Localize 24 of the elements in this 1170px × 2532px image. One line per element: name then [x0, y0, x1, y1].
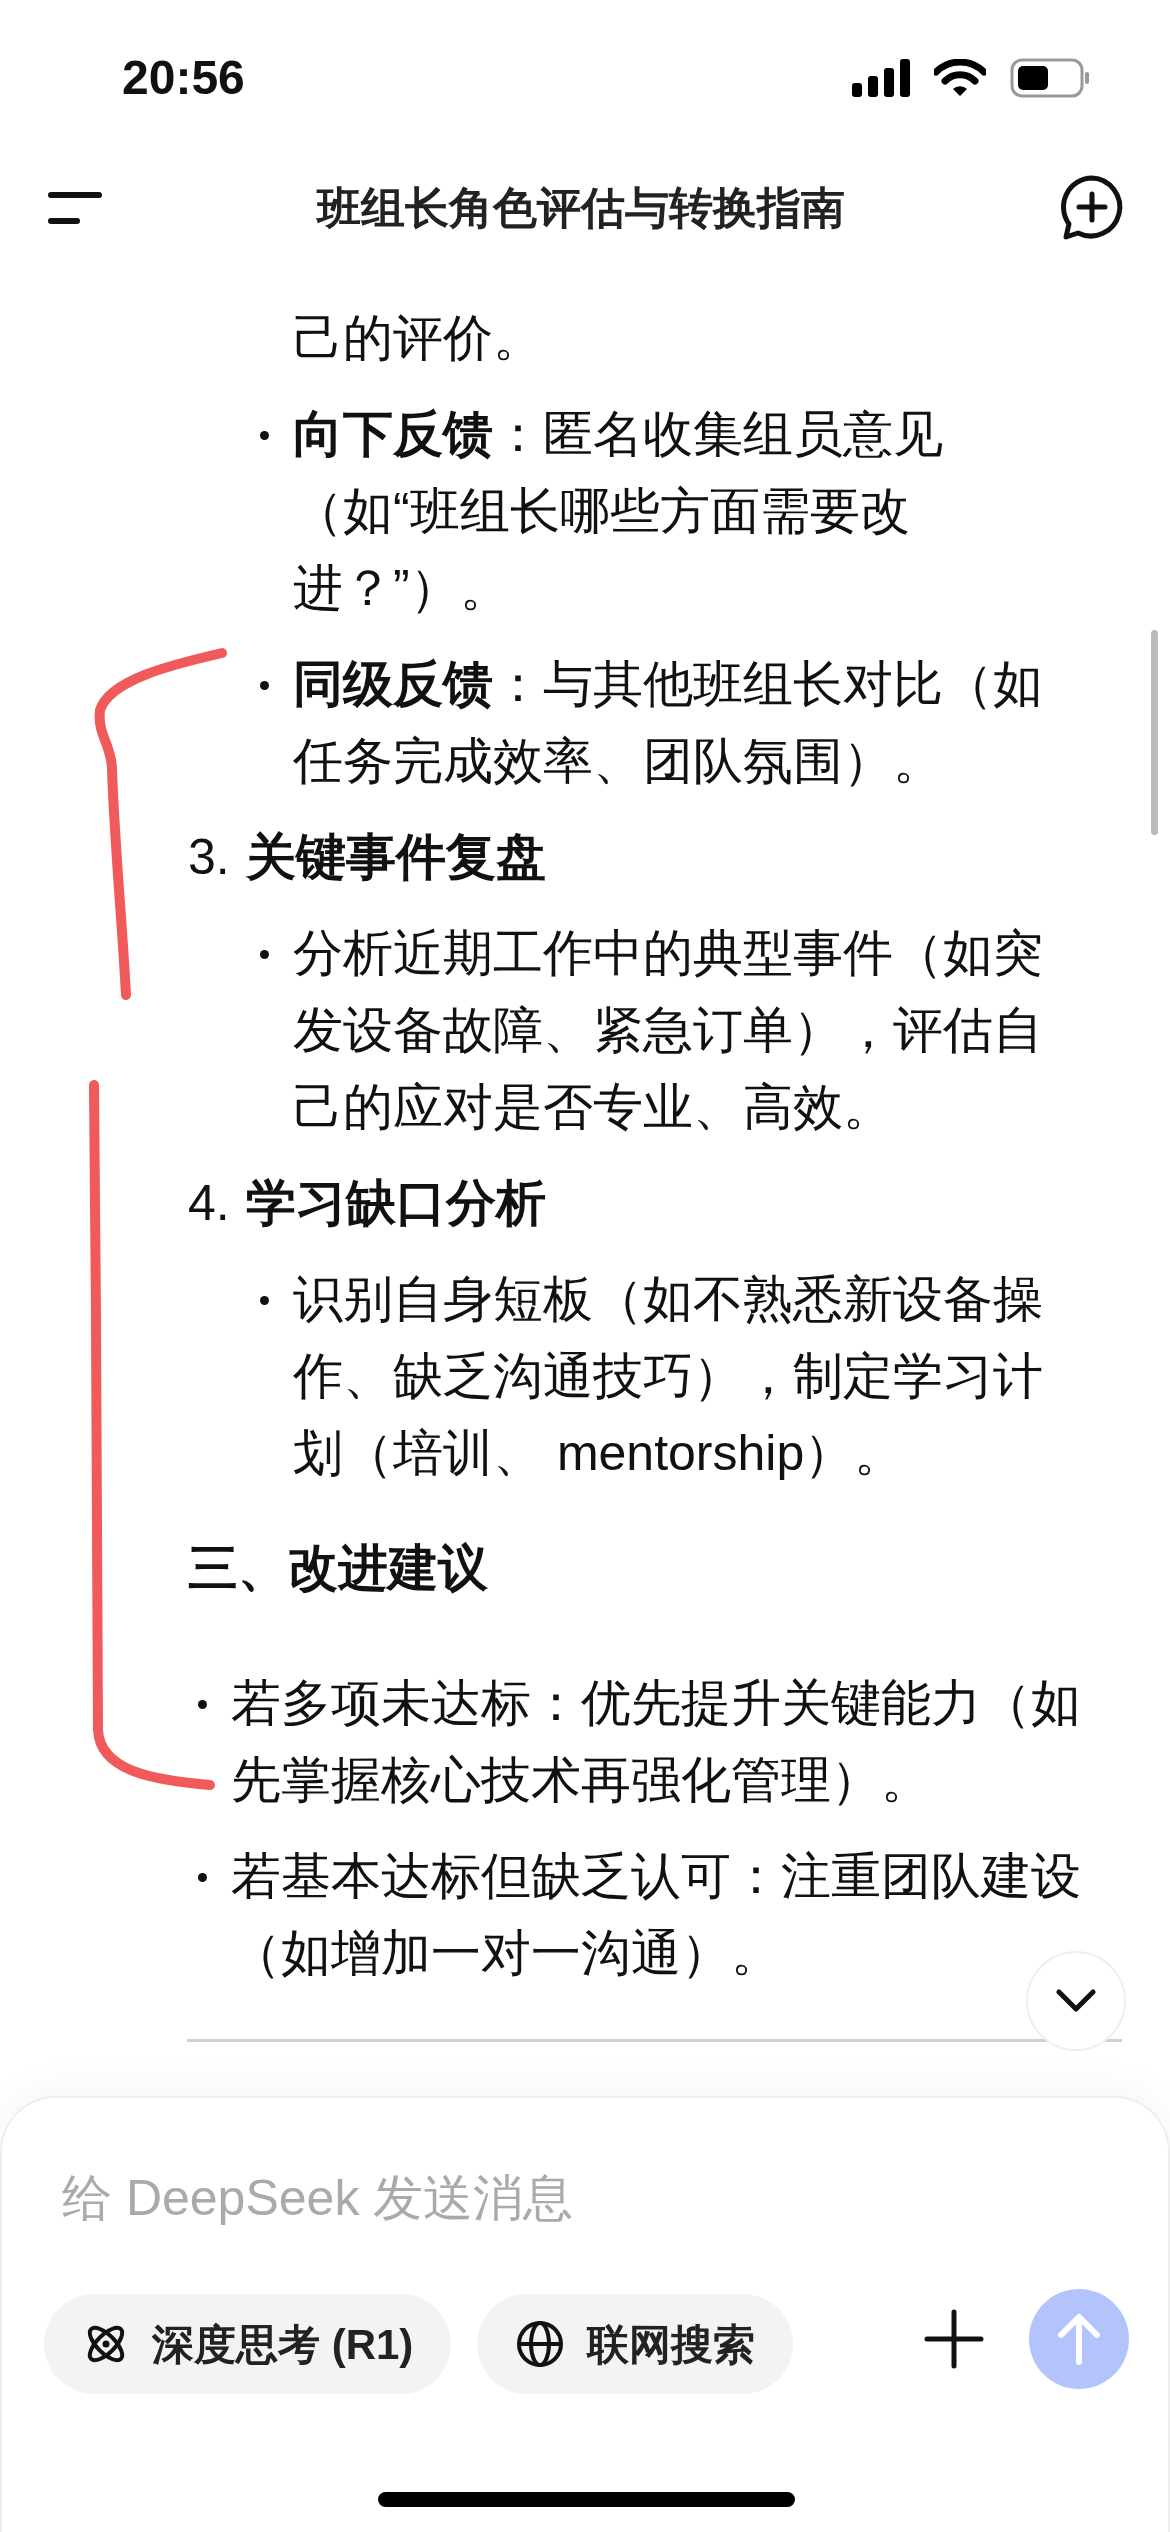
list-number: 3.: [188, 828, 231, 887]
list-number: 4.: [188, 1174, 231, 1233]
chat-title: 班组长角色评估与转换指南: [317, 181, 845, 234]
status-time: 20:56: [122, 49, 245, 106]
wifi-icon: [934, 58, 986, 97]
list-item-text: 若基本达标但缺乏认可：注重团队建设（如增加一对一沟通）。: [231, 1847, 1082, 1983]
list-item-text: 分析近期工作中的典型事件（如突发设备故障、紧急订单），评估自己的应对是否专业、高效。: [293, 924, 1044, 1137]
section-title: 学习缺口分析: [246, 1174, 546, 1233]
toggle-chip[interactable]: 联网搜索: [477, 2294, 794, 2394]
section-heading: 三、改进建议: [188, 1539, 489, 1598]
arrow-up-icon: [1057, 2313, 1101, 2365]
list-item-text: 若多项未达标：优先提升关键能力（如先掌握核心技术再强化管理）。: [231, 1674, 1082, 1810]
globe-icon: [515, 2319, 566, 2369]
section-title: 关键事件复盘: [246, 828, 546, 887]
battery-icon: [1010, 57, 1090, 98]
signal-icon: [852, 58, 910, 97]
list-item-text: 识别自身短板（如不熟悉新设备操作、缺乏沟通技巧），制定学习计划（培训、 mentorship）。: [293, 1270, 1044, 1483]
plus-icon[interactable]: [924, 2309, 984, 2369]
list-item-text: 同级反馈：与其他班组长对比（如任务完成效率、团队氛围）。: [293, 655, 1044, 791]
chevron-down-icon: [1056, 1989, 1096, 2013]
list-item-text: 己的评价。: [293, 309, 544, 368]
toggle-chip[interactable]: 深度思考 (R1): [44, 2294, 452, 2394]
message-input[interactable]: 给 DeepSeek 发送消息: [62, 2158, 1102, 2238]
list-item-text: 向下反馈：匿名收集组员意见（如“班组长哪些方面需要改进？”）。: [293, 405, 944, 618]
